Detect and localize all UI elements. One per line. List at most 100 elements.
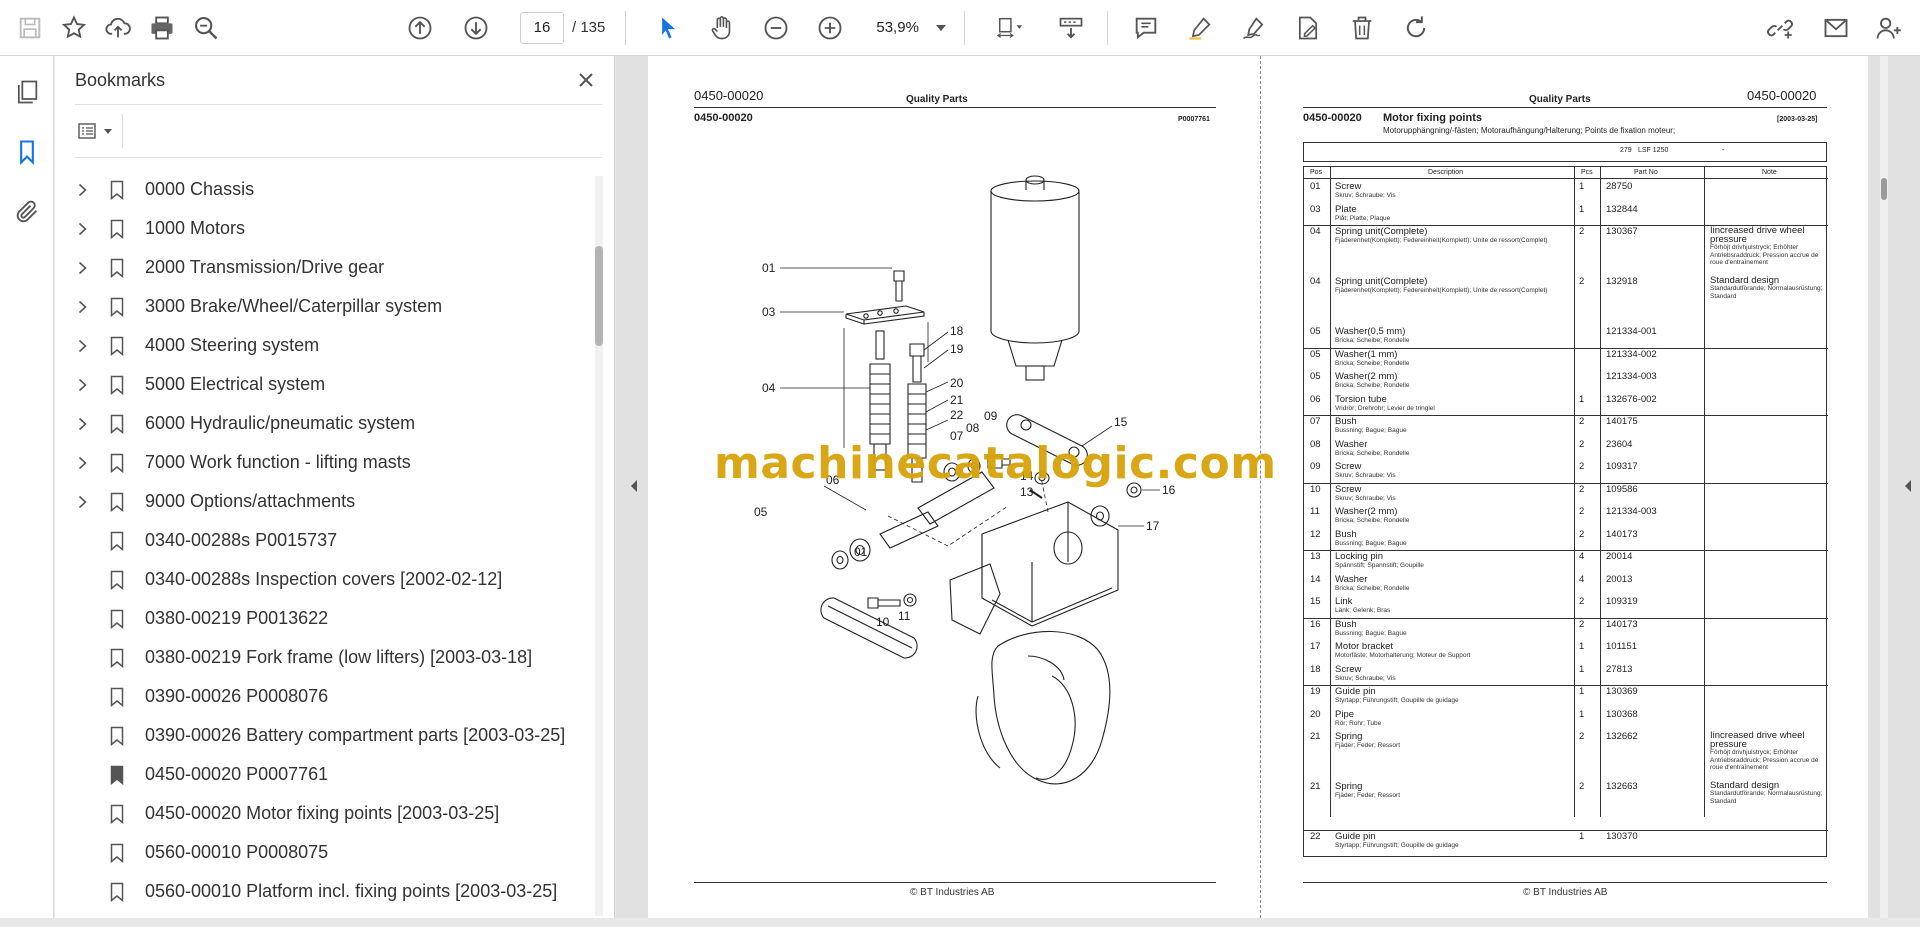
chevron-right-icon[interactable] <box>69 183 95 197</box>
bookmark-item[interactable]: 0000 Chassis <box>55 170 595 209</box>
bookmark-item[interactable]: 0380-00219 Fork frame (low lifters) [200… <box>55 638 595 677</box>
star-icon[interactable] <box>52 6 96 50</box>
bookmark-item[interactable]: 4000 Steering system <box>55 326 595 365</box>
select-cursor-icon[interactable] <box>646 6 690 50</box>
scroll-mode-icon[interactable] <box>1049 6 1093 50</box>
chevron-right-icon[interactable] <box>69 456 95 470</box>
delete-icon[interactable] <box>1340 6 1384 50</box>
fit-page-icon[interactable] <box>985 6 1035 50</box>
bookmark-item[interactable]: 0340-00288s Inspection covers [2002-02-1… <box>55 560 595 599</box>
edit-pdf-icon[interactable] <box>1286 6 1330 50</box>
cell-description: Washer Bricka; Scheibe; Rondelle <box>1335 439 1575 458</box>
cell-pcs: 2 <box>1579 528 1585 540</box>
zoom-search-icon[interactable] <box>184 6 228 50</box>
cell-pos: 16 <box>1310 618 1321 630</box>
bookmark-item[interactable]: 1000 Motors <box>55 209 595 248</box>
cell-partno: 109319 <box>1606 596 1638 607</box>
col-note: Note <box>1762 169 1777 176</box>
bookmark-item[interactable]: 5000 Electrical system <box>55 365 595 404</box>
bookmark-item[interactable]: 0450-00020 Motor fixing points [2003-03-… <box>55 794 595 833</box>
chevron-right-icon[interactable] <box>69 300 95 314</box>
description-translations: Länk; Gelenk; Bras <box>1335 607 1391 614</box>
attachments-icon[interactable] <box>0 182 54 242</box>
print-icon[interactable] <box>140 6 184 50</box>
previous-page-icon[interactable] <box>398 6 442 50</box>
rotate-icon[interactable] <box>1394 6 1438 50</box>
chevron-right-icon[interactable] <box>69 417 95 431</box>
bookmark-item[interactable]: 6000 Hydraulic/pneumatic system <box>55 404 595 443</box>
cell-partno: 132844 <box>1606 203 1638 215</box>
description-translations: Skruv; Schraube; Vis <box>1335 674 1396 682</box>
bookmarks-scrollbar[interactable] <box>595 176 603 916</box>
bookmark-item[interactable]: 0450-00020 P0007761 <box>55 755 595 794</box>
page-thumbnails-icon[interactable] <box>0 62 54 122</box>
collapse-left-panel-icon[interactable] <box>628 476 640 496</box>
bookmarks-rail-icon[interactable] <box>0 122 54 182</box>
chevron-right-icon[interactable] <box>69 222 95 236</box>
table-row: 08 Washer Bricka; Scheibe; Rondelle 2 23604 <box>1304 439 1828 462</box>
table-row: 07 Bush Bussning; Bague; Bague 2 140175 <box>1304 416 1828 439</box>
zoom-out-icon[interactable] <box>754 6 798 50</box>
bookmark-item[interactable]: 0340-00288s P0015737 <box>55 521 595 560</box>
table-row: 01 Screw Skruv; Schraube; Vis 1 28750 <box>1304 181 1828 204</box>
upload-icon[interactable] <box>96 6 140 50</box>
cell-pcs: 4 <box>1579 551 1585 562</box>
cell-partno: 20014 <box>1606 551 1633 562</box>
table-row: 19 Guide pin Styrtapp; Führungstift; Goupi… <box>1304 686 1828 709</box>
zoom-in-icon[interactable] <box>808 6 852 50</box>
chevron-right-icon[interactable] <box>69 261 95 275</box>
bookmark-item[interactable]: 0390-00026 Battery compartment parts [20… <box>55 716 595 755</box>
close-icon[interactable] <box>578 72 594 88</box>
sign-icon[interactable] <box>1232 6 1276 50</box>
chevron-right-icon[interactable] <box>69 495 95 509</box>
bookmark-item[interactable]: 9000 Options/attachments <box>55 482 595 521</box>
bookmark-icon <box>95 258 139 278</box>
cell-description: Torsion tube Vridrör; Drehrohr; Levier de… <box>1335 394 1575 413</box>
bookmark-item[interactable]: 2000 Transmission/Drive gear <box>55 248 595 287</box>
description-translations: Bricka; Scheibe; Rondelle <box>1335 449 1410 457</box>
description-translations: Vridrör; Drehrohr; Levier de tringlel <box>1335 404 1435 412</box>
description-translations: Rör; Rohr; Tube <box>1335 719 1382 727</box>
bookmark-item[interactable]: 0390-00026 P0008076 <box>55 677 595 716</box>
bookmark-label: 0390-00026 P0008076 <box>145 686 329 706</box>
bookmark-options-button[interactable] <box>75 114 123 148</box>
bookmark-item[interactable]: 7000 Work function - lifting masts <box>55 443 595 482</box>
bookmark-icon <box>95 882 139 902</box>
bookmark-item[interactable]: 0560-00010 Platform incl. fixing points … <box>55 872 595 911</box>
chevron-right-icon[interactable] <box>69 339 95 353</box>
section-date: [2003-03-25] <box>1777 116 1818 123</box>
cell-pcs: 4 <box>1579 573 1585 585</box>
next-page-icon[interactable] <box>454 6 498 50</box>
comment-icon[interactable] <box>1124 6 1168 50</box>
page-number-input[interactable]: 16 <box>520 11 564 44</box>
save-icon[interactable] <box>8 6 52 50</box>
bookmark-icon <box>95 531 139 551</box>
chevron-right-icon[interactable] <box>69 378 95 392</box>
share-link-icon[interactable] <box>1758 6 1802 50</box>
bookmark-item[interactable]: 0380-00219 P0013622 <box>55 599 595 638</box>
document-scrollbar[interactable] <box>1880 56 1888 918</box>
description-text: Bush <box>1335 528 1357 540</box>
bookmark-item[interactable]: 0560-00010 P0008075 <box>55 833 595 872</box>
highlight-pen-icon[interactable] <box>1178 6 1222 50</box>
callout-20: 20 <box>950 376 964 390</box>
hand-tool-icon[interactable] <box>700 6 744 50</box>
document-scroll-thumb[interactable] <box>1881 178 1887 200</box>
description-translations: Skruv; Schraube; Vis <box>1335 192 1396 199</box>
description-text: Screw <box>1335 663 1362 675</box>
cell-description: Spring unit(Complete) Fjäderenhet(Komplet… <box>1335 226 1575 245</box>
email-icon[interactable] <box>1814 6 1858 50</box>
bookmark-item[interactable]: 3000 Brake/Wheel/Caterpillar system <box>55 287 595 326</box>
expand-right-panel-icon[interactable] <box>1902 476 1914 496</box>
bookmark-icon <box>95 804 139 824</box>
table-row: 04 Spring unit(Complete) Fjäderenhet(Kompl… <box>1304 226 1828 276</box>
section-subtitle: Motorupphängning/-fästen; Motoraufhängun… <box>1383 126 1676 135</box>
bookmarks-scroll-thumb[interactable] <box>595 246 603 346</box>
watermark-text: machinecatalogic.com <box>714 438 1277 489</box>
table-row: 13 Locking pin Spännstift; Spannstift; Gou… <box>1304 551 1828 574</box>
zoom-level-select[interactable]: 53,9% <box>868 12 954 44</box>
cell-pos: 03 <box>1310 203 1321 215</box>
table-row: 14 Washer Bricka; Scheibe; Rondelle 4 20013 <box>1304 574 1828 597</box>
description-translations: Spännstift; Spannstift; Goupille <box>1335 562 1424 569</box>
add-user-icon[interactable] <box>1866 6 1910 50</box>
